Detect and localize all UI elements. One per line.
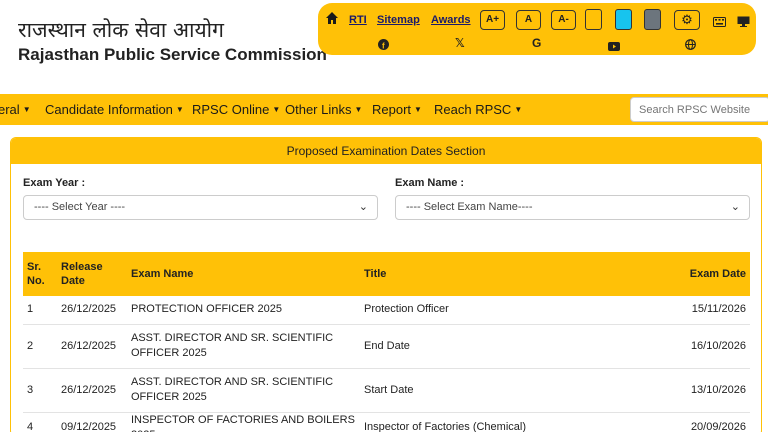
exam-dates-table: Sr. No. Release Date Exam Name Title Exa… — [23, 252, 750, 432]
home-icon[interactable] — [325, 11, 339, 25]
cell-release-date: 26/12/2025 — [57, 324, 127, 369]
theme-yellow-swatch[interactable] — [585, 9, 602, 30]
google-icon[interactable]: G — [532, 36, 541, 50]
nav-other-links-label: Other Links — [285, 102, 352, 117]
table-row: 1 26/12/2025 PROTECTION OFFICER 2025 Pro… — [23, 296, 750, 325]
exam-year-select[interactable]: ---- Select Year ---- ⌄ — [23, 195, 378, 220]
nav-candidate-information[interactable]: Candidate Information ▼ — [45, 102, 184, 117]
utility-toolbar: RTI Sitemap Awards A+ A A- ⚙ f 𝕏 G — [318, 3, 756, 55]
site-title-hindi[interactable]: राजस्थान लोक सेवा आयोग — [18, 16, 224, 44]
utility-row: RTI Sitemap Awards A+ A A- ⚙ — [318, 8, 756, 32]
site-header: राजस्थान लोक सेवा आयोग Rajasthan Public … — [0, 0, 768, 94]
panel-title: Proposed Examination Dates Section — [11, 138, 761, 164]
caret-down-icon: ▼ — [354, 105, 363, 114]
awards-link[interactable]: Awards — [431, 14, 471, 26]
cell-title: Start Date — [360, 368, 670, 413]
facebook-icon[interactable]: f — [378, 37, 389, 55]
cell-sr-no: 4 — [23, 412, 57, 432]
caret-down-icon: ▼ — [22, 105, 31, 114]
exam-name-value: ---- Select Exam Name---- — [406, 201, 533, 213]
cell-sr-no: 1 — [23, 296, 57, 325]
sitemap-link[interactable]: Sitemap — [377, 14, 420, 26]
exam-name-label: Exam Name : — [395, 177, 465, 189]
caret-down-icon: ▼ — [175, 105, 184, 114]
font-decrease-button[interactable]: A- — [551, 10, 576, 30]
social-row: f 𝕏 G — [318, 36, 756, 54]
col-exam-name: Exam Name — [127, 252, 360, 296]
cell-release-date: 26/12/2025 — [57, 368, 127, 413]
svg-text:f: f — [382, 42, 385, 51]
table-row: 3 26/12/2025 ASST. DIRECTOR AND SR. SCIE… — [23, 368, 750, 413]
nav-report[interactable]: Report ▼ — [372, 102, 422, 117]
nav-reach-rpsc[interactable]: Reach RPSC ▼ — [434, 102, 522, 117]
exam-year-value: ---- Select Year ---- — [34, 201, 126, 213]
gear-icon[interactable]: ⚙ — [674, 10, 700, 30]
cell-exam-name: PROTECTION OFFICER 2025 — [127, 296, 360, 325]
exam-dates-panel: Proposed Examination Dates Section Exam … — [10, 137, 762, 432]
chevron-down-icon: ⌄ — [358, 201, 368, 213]
site-title-english[interactable]: Rajasthan Public Service Commission — [18, 45, 327, 65]
font-reset-button[interactable]: A — [516, 10, 541, 30]
caret-down-icon: ▼ — [414, 105, 422, 114]
cell-sr-no: 2 — [23, 324, 57, 369]
col-title: Title — [360, 252, 670, 296]
x-icon[interactable]: 𝕏 — [455, 36, 465, 50]
nav-other-links[interactable]: Other Links ▼ — [285, 102, 362, 117]
cell-exam-name: ASST. DIRECTOR AND SR. SCIENTIFIC OFFICE… — [127, 324, 360, 369]
chevron-down-icon: ⌄ — [730, 201, 740, 213]
theme-cyan-swatch[interactable] — [615, 9, 632, 30]
nav-reach-rpsc-label: Reach RPSC — [434, 102, 512, 117]
nav-general[interactable]: eral ▼ — [0, 102, 31, 117]
cell-title: End Date — [360, 324, 670, 369]
cell-exam-name: ASST. DIRECTOR AND SR. SCIENTIFIC OFFICE… — [127, 368, 360, 413]
cell-exam-date: 13/10/2026 — [670, 368, 750, 413]
table-row: 2 26/12/2025 ASST. DIRECTOR AND SR. SCIE… — [23, 324, 750, 369]
cell-sr-no: 3 — [23, 368, 57, 413]
rti-link[interactable]: RTI — [349, 14, 367, 26]
col-release-date: Release Date — [57, 252, 127, 296]
caret-down-icon: ▼ — [272, 105, 281, 114]
nav-general-label: eral — [0, 102, 20, 117]
exam-year-label: Exam Year : — [23, 177, 86, 189]
caret-down-icon: ▼ — [514, 105, 523, 114]
table-header-row: Sr. No. Release Date Exam Name Title Exa… — [23, 252, 750, 296]
exam-name-select[interactable]: ---- Select Exam Name---- ⌄ — [395, 195, 750, 220]
cell-exam-name: INSPECTOR OF FACTORIES AND BOILERS 2025 — [127, 412, 360, 432]
col-exam-date: Exam Date — [670, 252, 750, 296]
keyboard-icon[interactable] — [713, 14, 726, 32]
nav-report-label: Report — [372, 102, 412, 117]
globe-icon[interactable] — [685, 37, 696, 55]
cell-release-date: 09/12/2025 — [57, 412, 127, 432]
col-sr-no: Sr. No. — [23, 252, 57, 296]
desktop-icon[interactable] — [737, 14, 750, 32]
nav-rpsc-online-label: RPSC Online — [192, 102, 270, 117]
cell-title: Inspector of Factories (Chemical) — [360, 412, 670, 432]
nav-candidate-label: Candidate Information — [45, 102, 173, 117]
font-increase-button[interactable]: A+ — [480, 10, 505, 30]
nav-rpsc-online[interactable]: RPSC Online ▼ — [192, 102, 280, 117]
cell-exam-date: 15/11/2026 — [670, 296, 750, 325]
youtube-icon[interactable] — [608, 38, 620, 56]
theme-gray-swatch[interactable] — [644, 9, 661, 30]
cell-exam-date: 16/10/2026 — [670, 324, 750, 369]
cell-release-date: 26/12/2025 — [57, 296, 127, 325]
cell-title: Protection Officer — [360, 296, 670, 325]
cell-exam-date: 20/09/2026 — [670, 412, 750, 432]
search-input[interactable] — [630, 97, 768, 122]
table-row: 4 09/12/2025 INSPECTOR OF FACTORIES AND … — [23, 412, 750, 432]
main-nav: eral ▼ Candidate Information ▼ RPSC Online… — [0, 94, 768, 125]
